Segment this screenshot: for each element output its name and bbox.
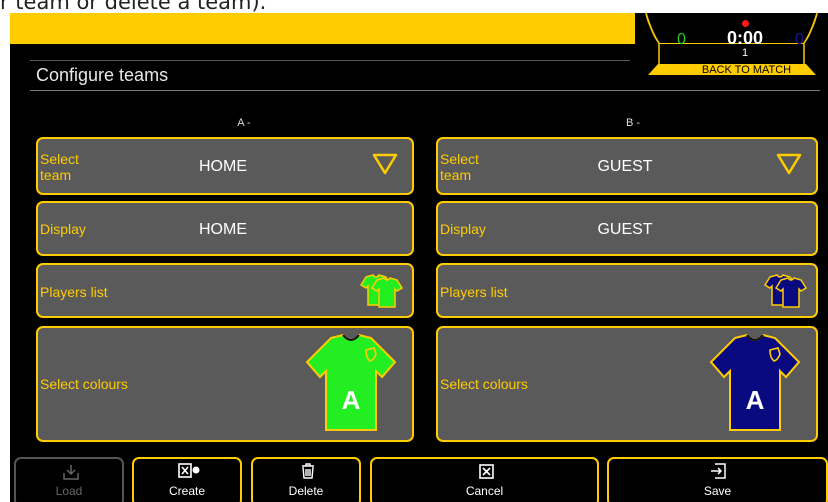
jersey-pair-icon <box>763 274 808 308</box>
download-tray-icon <box>63 465 79 480</box>
team-b-select-value: GUEST <box>597 158 653 175</box>
team-b-display-label: Display <box>440 221 486 237</box>
score-team-a: 0 <box>677 31 686 48</box>
team-b-players-list[interactable]: Players list <box>436 263 818 318</box>
team-b-display-value: GUEST <box>597 221 653 238</box>
team-a-select-value: HOME <box>199 158 247 175</box>
match-period: 1 <box>741 47 749 59</box>
jersey-icon: A <box>305 334 397 431</box>
save-label: Save <box>703 484 732 498</box>
triangle-down-icon <box>776 153 802 175</box>
team-a-heading: A - <box>237 117 251 129</box>
app-window: 0 0:00 1 0 BACK TO MATCH Configure teams… <box>10 13 828 502</box>
team-a-display-value: HOME <box>199 221 247 238</box>
team-b-select-label: Select team <box>440 151 479 183</box>
team-a-colours-label: Select colours <box>40 376 128 392</box>
team-b-players-label: Players list <box>440 284 508 300</box>
create-label: Create <box>168 484 206 498</box>
load-label: Load <box>55 484 83 498</box>
team-a-jersey-letter: A <box>342 385 361 415</box>
team-a-players-list[interactable]: Players list <box>36 263 414 318</box>
match-clock: 0:00 <box>726 28 764 48</box>
title-divider <box>30 90 820 91</box>
team-b-heading: B - <box>625 117 641 129</box>
team-b-colours-label: Select colours <box>440 376 528 392</box>
triangle-down-icon <box>372 153 398 175</box>
team-a-display-label: Display <box>40 221 86 237</box>
enter-icon <box>711 463 726 479</box>
live-indicator <box>742 20 749 27</box>
title-divider-top <box>30 60 630 61</box>
team-a-display-field[interactable]: Display HOME <box>36 201 414 256</box>
trash-icon <box>302 463 314 479</box>
team-b-jersey-letter: A <box>746 385 765 415</box>
jersey-icon: A <box>709 334 801 431</box>
x-box-icon <box>479 464 494 479</box>
team-b-select[interactable]: Select team GUEST <box>436 137 818 195</box>
team-b-display-field[interactable]: Display GUEST <box>436 201 818 256</box>
jersey-pair-icon <box>359 274 404 308</box>
team-a-select[interactable]: Select team HOME <box>36 137 414 195</box>
team-a-players-label: Players list <box>40 284 108 300</box>
back-to-match-button[interactable]: BACK TO MATCH <box>694 65 799 76</box>
score-team-b: 0 <box>795 31 804 48</box>
create-team-icon <box>178 463 200 478</box>
cancel-label: Cancel <box>465 484 504 498</box>
cancel-button[interactable]: Cancel <box>370 457 599 502</box>
scoreboard[interactable]: 0 0:00 1 0 BACK TO MATCH <box>635 13 828 76</box>
save-button[interactable]: Save <box>607 457 828 502</box>
page-title: Configure teams <box>36 65 169 85</box>
load-button[interactable]: Load <box>14 457 124 502</box>
team-b-colours[interactable]: Select colours A <box>436 326 818 442</box>
create-button[interactable]: Create <box>132 457 242 502</box>
team-a-select-label: Select team <box>40 151 79 183</box>
team-a-colours[interactable]: Select colours A <box>36 326 414 442</box>
delete-label: Delete <box>288 484 324 498</box>
caption-text: r team or delete a team). <box>0 0 828 13</box>
delete-button[interactable]: Delete <box>251 457 361 502</box>
